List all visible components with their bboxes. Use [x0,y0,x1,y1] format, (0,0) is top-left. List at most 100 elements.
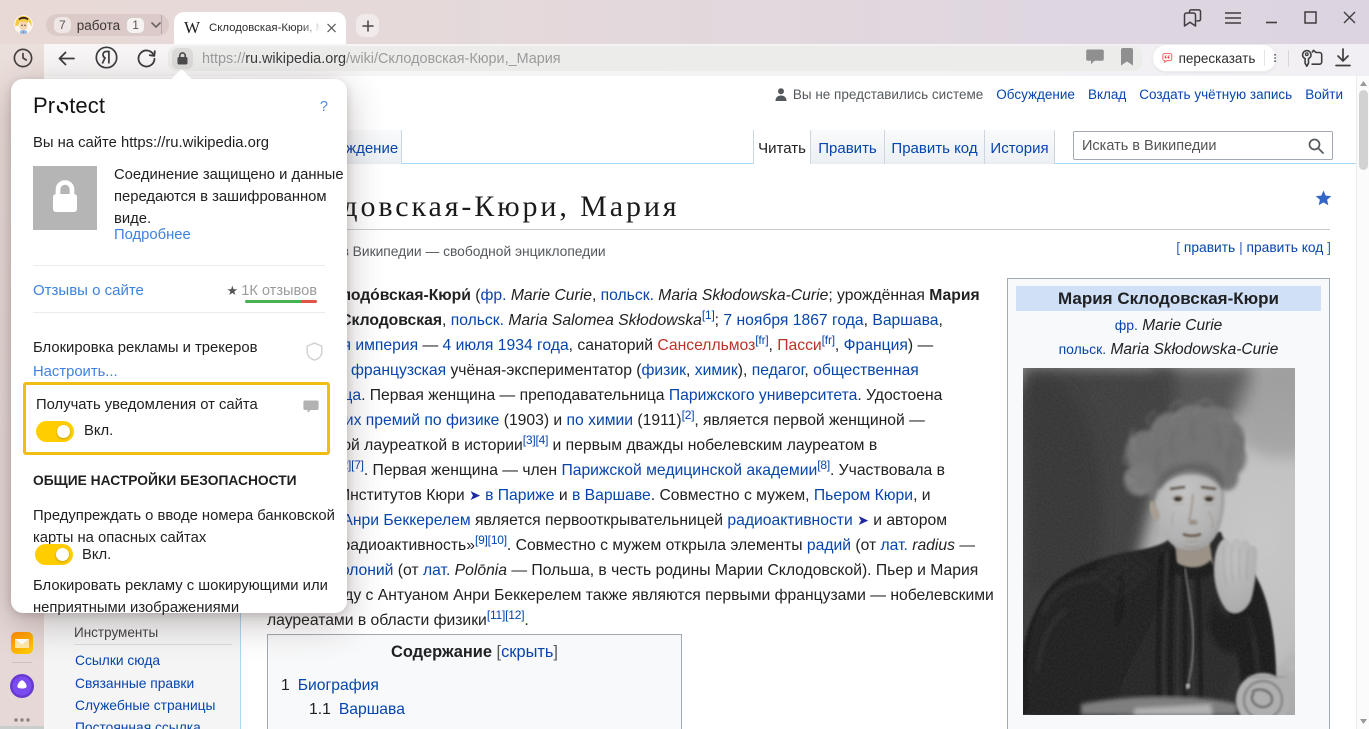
article-link[interactable]: польск. [451,312,504,329]
article-link[interactable]: Парижской медицинской академии [561,462,817,479]
menu-icon[interactable] [1225,12,1241,24]
article-link[interactable]: физик [642,362,687,379]
article-link[interactable]: Пьером Кюри [814,487,913,504]
toc-link-biography[interactable]: Биография [298,677,379,694]
personal-link-contribs[interactable]: Вклад [1088,87,1126,102]
article-link[interactable]: фр. [481,287,507,304]
portrait-photo[interactable] [1023,368,1295,720]
article-link[interactable]: 4 июля 1934 года [443,337,569,354]
close-icon[interactable] [1343,11,1356,24]
infobox-name-fr: фр. Marie Curie [1008,317,1329,335]
personal-link-talk[interactable]: Обсуждение [996,87,1075,102]
lang-label-pl[interactable]: польск. [1059,341,1107,357]
infobox-name-pl: польск. Maria Skłodowska-Curie [1008,341,1329,359]
reload-icon[interactable] [136,47,157,68]
article-link[interactable]: Парижского университета [669,387,857,404]
protect-help-link[interactable]: ? [320,99,328,115]
watch-star-icon[interactable] [1315,190,1332,206]
side-panel-icon[interactable] [1183,9,1202,27]
history-clock-icon[interactable] [13,48,33,68]
article-link[interactable]: педагог [752,362,805,379]
tab-group-chip[interactable]: 7 работа 1 [46,14,169,36]
page-scrollbar[interactable] [1356,76,1369,729]
toc-item-1-1[interactable]: 1.1Варшава [309,701,405,719]
article-link[interactable]: французская [351,362,446,379]
sidebar-link-related[interactable]: Связанные правки [75,676,194,691]
footnote-ref[interactable]: [8] [817,458,830,472]
scroll-down-icon[interactable] [1360,719,1367,724]
footnote-ref[interactable]: [3][4] [523,433,548,447]
sidebar-link-whatlinkshere[interactable]: Ссылки сюда [75,653,160,668]
footnote-ref[interactable]: [11][12] [487,608,525,622]
toc-link-warsaw[interactable]: Варшава [339,701,405,718]
rail-more-icon[interactable] [13,710,31,716]
profile-avatar[interactable] [14,15,33,34]
article-link[interactable]: химик [695,362,738,379]
site-reviews-link[interactable]: Отзывы о сайте [33,282,144,299]
edit-link[interactable]: править [1184,240,1235,255]
footnote-ref[interactable]: [fr] [755,333,768,347]
card-warning-toggle[interactable] [35,544,73,565]
footnote-ref[interactable]: [2] [682,408,695,422]
bookmark-flag-icon[interactable] [1120,48,1134,66]
article-link[interactable]: лат. [881,537,908,554]
article-link[interactable]: Пасси [777,337,821,354]
yandex-start-icon[interactable] [95,46,118,69]
article-link[interactable]: Варшава [872,312,938,329]
security-lock-chip[interactable] [172,48,193,69]
sidebar-link-permanent[interactable]: Постоянная ссылка [75,720,201,729]
tab-edit-source[interactable]: Править код [885,130,985,164]
maximize-icon[interactable] [1304,11,1317,24]
alice-assistant-icon[interactable] [10,674,34,698]
sidebar-link-special[interactable]: Служебные страницы [75,698,215,713]
article-link[interactable]: Франция [844,337,908,354]
tab-close-icon[interactable] [327,23,336,33]
notifications-toggle[interactable] [36,421,74,442]
adblock-configure-link[interactable]: Настроить... [33,364,118,380]
article-link[interactable]: 7 ноября 1867 года [723,312,863,329]
minimize-icon[interactable] [1265,11,1278,24]
article-link[interactable]: радиоактивности [727,512,852,529]
article-text: ➤ [469,487,481,503]
toc-number: 1 [281,677,290,694]
article-link[interactable]: Санселльмоз [657,337,755,354]
toc-hide-link[interactable]: скрыть [501,643,553,661]
retell-menu-icon[interactable] [1274,50,1276,66]
footnote-ref[interactable]: [1] [702,308,715,322]
toolbar-separator [1288,50,1289,67]
footnote-ref[interactable]: [fr] [822,333,835,347]
wiki-search-box[interactable]: Искать в Википедии [1073,131,1333,160]
toc-item-1[interactable]: 1 Биография [281,677,379,695]
back-icon[interactable] [56,48,77,69]
scrollbar-thumb[interactable] [1359,90,1368,170]
tab-read[interactable]: Читать [753,130,811,164]
article-link[interactable]: лат. [423,562,450,579]
edit-source-link[interactable]: править код [1247,240,1324,255]
chevron-down-icon [151,22,161,28]
lang-label-fr[interactable]: фр. [1115,317,1138,333]
personal-link-login[interactable]: Войти [1305,87,1343,102]
infobox-title: Мария Склодовская-Кюри [1016,286,1321,311]
active-tab[interactable]: W Склодовская-Кюри, Ма [174,12,346,44]
page-comments-icon[interactable] [1086,49,1104,65]
article-link[interactable]: в Варшаве [572,487,651,504]
article-link[interactable]: по химии [567,412,634,429]
url-text[interactable]: https://ru.wikipedia.org/wiki/Склодовска… [202,49,561,70]
retell-button[interactable]: пересказать [1152,44,1277,72]
new-tab-button[interactable] [356,14,379,37]
article-link[interactable]: общественная [813,362,919,379]
personal-link-create-account[interactable]: Создать учётную запись [1139,87,1292,102]
downloads-icon[interactable] [1334,48,1352,67]
footnote-ref[interactable]: [9][10] [475,533,507,547]
search-icon[interactable] [1308,138,1324,154]
tab-edit[interactable]: Править [811,130,885,164]
article-link[interactable]: польск. [601,287,654,304]
article-link[interactable]: радий [807,537,851,554]
protect-more-link[interactable]: Подробнее [114,227,191,243]
scroll-up-icon[interactable] [1360,81,1367,86]
article-link[interactable]: в Париже [485,487,554,504]
passwords-key-icon[interactable] [1300,47,1324,69]
article-text: , [592,287,601,304]
yandex-mail-icon[interactable] [11,632,33,654]
tab-history[interactable]: История [985,130,1055,164]
